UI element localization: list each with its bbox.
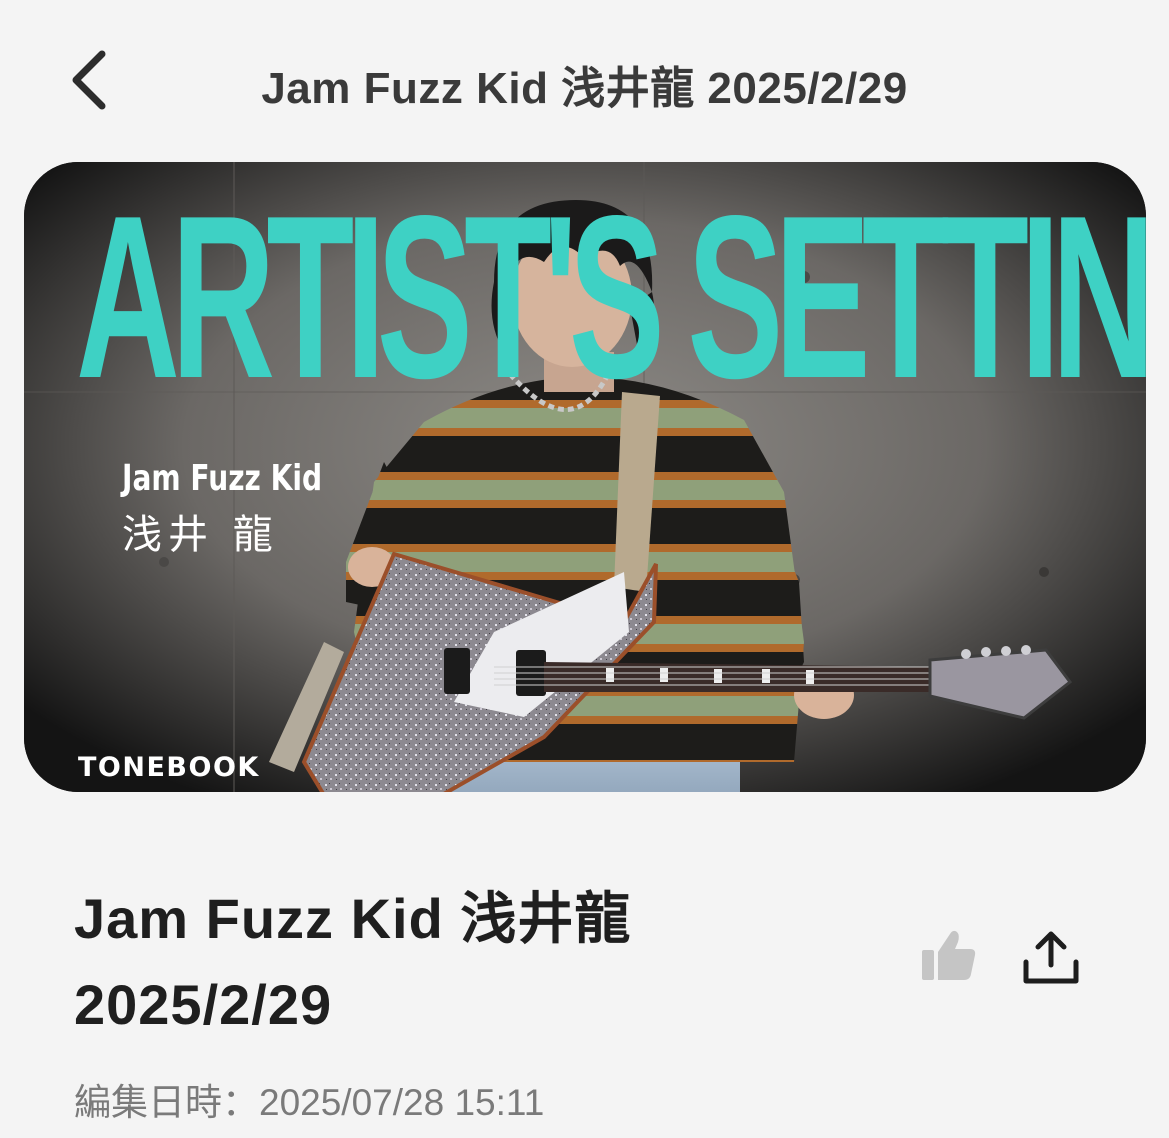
thumbs-up-icon (922, 930, 976, 980)
article-title: Jam Fuzz Kid 浅井龍 2025/2/29 (74, 876, 874, 1048)
tonebook-logo: TONEBOOK (78, 752, 260, 783)
share-button[interactable] (1014, 920, 1088, 994)
edit-datetime: 2025/07/28 15:11 (259, 1082, 545, 1123)
banner-headline: ARTIST'S SETTINGS (76, 168, 1146, 427)
edit-timestamp: 編集日時：2025/07/28 15:11 (74, 1072, 544, 1126)
edit-label: 編集日時： (74, 1082, 259, 1123)
share-upload-icon (1023, 931, 1079, 984)
banner-artist-name: 浅井 龍 (122, 512, 279, 558)
page-title: Jam Fuzz Kid 浅井龍 2025/2/29 (261, 64, 908, 113)
article-title-line1: Jam Fuzz Kid 浅井龍 (74, 887, 632, 950)
navigation-bar: Jam Fuzz Kid 浅井龍 2025/2/29 (0, 0, 1169, 165)
banner-band-name: Jam Fuzz Kid (122, 458, 323, 499)
article-title-line2: 2025/2/29 (74, 973, 333, 1036)
back-button[interactable] (48, 38, 128, 122)
chevron-left-icon (72, 50, 106, 110)
hero-banner[interactable]: ARTIST'S SETTINGS Jam Fuzz Kid 浅井 龍 TONE… (24, 162, 1146, 792)
like-button[interactable] (914, 920, 984, 990)
article-page: Jam Fuzz Kid 浅井龍 2025/2/29 ARTIST'S Jam … (0, 0, 1169, 1138)
